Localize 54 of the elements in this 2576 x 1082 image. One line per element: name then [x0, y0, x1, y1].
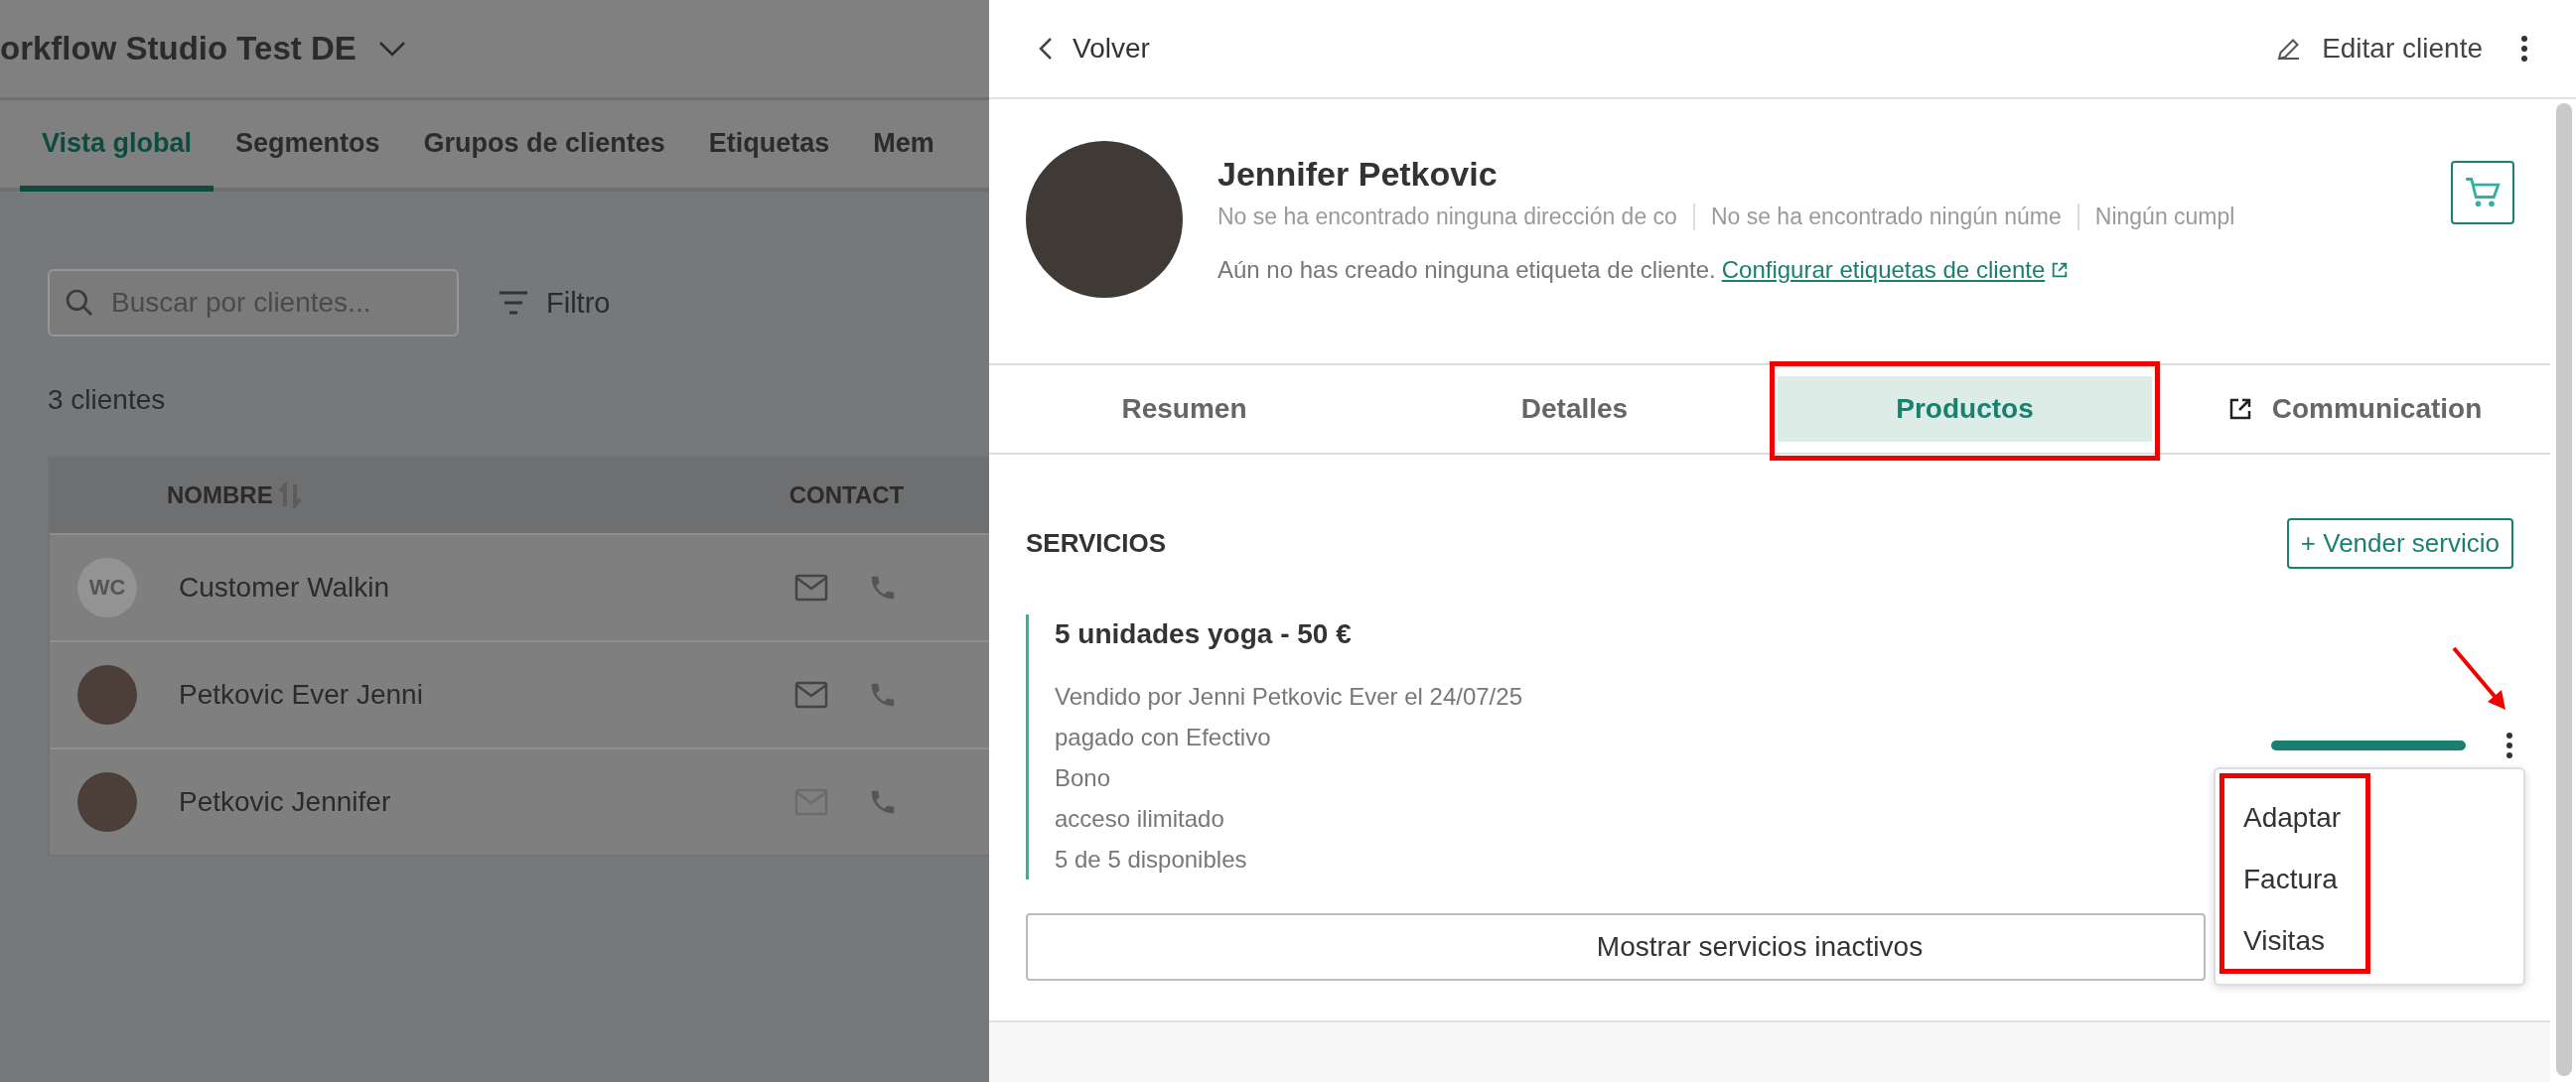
profile-tab[interactable]: Detalles	[1387, 376, 1762, 442]
avatar-initials: WC	[77, 558, 137, 617]
filter-button[interactable]: Filtro	[499, 286, 611, 320]
chevron-down-icon[interactable]	[377, 41, 406, 57]
contact-info: No se ha encontrado ninguna dirección de co	[1217, 203, 1678, 230]
chevron-left-icon	[1039, 37, 1053, 61]
menu-item[interactable]: Factura	[2216, 849, 2523, 910]
profile-tab[interactable]: Productos	[1778, 376, 2152, 442]
workspace-title[interactable]: orkflow Studio Test DE	[0, 30, 357, 68]
menu-item[interactable]: Visitas	[2216, 910, 2523, 972]
column-header[interactable]: NOMBRE	[167, 481, 273, 509]
sell-service-button[interactable]: + Vender servicio	[2286, 518, 2513, 569]
annotation-arrow	[2452, 646, 2507, 712]
nav-tab[interactable]: Segmentos	[214, 100, 402, 192]
customer-name: Jennifer Petkovic	[1217, 155, 1499, 194]
configure-tags-link[interactable]: Configurar etiquetas de cliente	[1721, 256, 2046, 284]
tags-note: Aún no has creado ninguna etiqueta de cliente.	[1217, 256, 1716, 284]
profile-tab[interactable]: Communication	[2168, 376, 2542, 442]
profile-tab[interactable]: Resumen	[997, 376, 1371, 442]
back-button[interactable]: Volver	[1039, 33, 1150, 65]
scrollbar[interactable]	[2556, 103, 2572, 1076]
client-name: Petkovic Ever Jenni	[179, 679, 424, 711]
email-icon[interactable]	[794, 681, 828, 709]
service-detail: Bono	[1055, 763, 1112, 793]
client-row[interactable]: Petkovic Ever Jenni	[50, 640, 989, 747]
client-count: 3 clientes	[48, 384, 167, 416]
filter-icon	[499, 290, 528, 316]
email-icon[interactable]	[794, 574, 828, 602]
more-options-icon[interactable]	[2520, 35, 2528, 63]
contact-info: Ningún cumpl	[2076, 203, 2251, 230]
column-header: CONTACT	[788, 481, 905, 509]
service-detail: 5 de 5 disponibles	[1055, 845, 1248, 875]
contact-info: No se ha encontrado ningún núme	[1692, 203, 2077, 230]
service-detail: Vendido por Jenni Petkovic Ever el 24/07/25	[1055, 682, 1522, 712]
client-name: Petkovic Jennifer	[179, 786, 392, 818]
avatar-photo-placeholder	[77, 772, 137, 832]
client-row[interactable]: WC Customer Walkin	[50, 533, 989, 640]
client-name: Customer Walkin	[179, 572, 391, 604]
cart-icon	[2465, 176, 2501, 209]
nav-tab[interactable]: Vista global	[20, 100, 215, 192]
nav-tab[interactable]: Etiquetas	[686, 100, 852, 192]
client-row[interactable]: Petkovic Jennifer	[50, 747, 989, 855]
section-title: SERVICIOS	[1026, 528, 1167, 559]
avatar-photo-placeholder	[77, 665, 137, 725]
nav-tab[interactable]: Grupos de clientes	[401, 100, 687, 192]
more-options-icon[interactable]	[2505, 732, 2513, 759]
menu-item[interactable]: Adaptar	[2216, 787, 2523, 849]
nav-tab[interactable]: Mem	[851, 100, 956, 192]
service-title: 5 unidades yoga - 50 €	[1055, 618, 1353, 650]
edit-button[interactable]: Editar cliente	[2276, 33, 2483, 65]
external-link-icon[interactable]	[2051, 261, 2070, 279]
service-detail: acceso ilimitado	[1055, 804, 1225, 834]
service-detail: pagado con Efectivo	[1055, 723, 1272, 752]
cart-button[interactable]	[2451, 161, 2514, 224]
